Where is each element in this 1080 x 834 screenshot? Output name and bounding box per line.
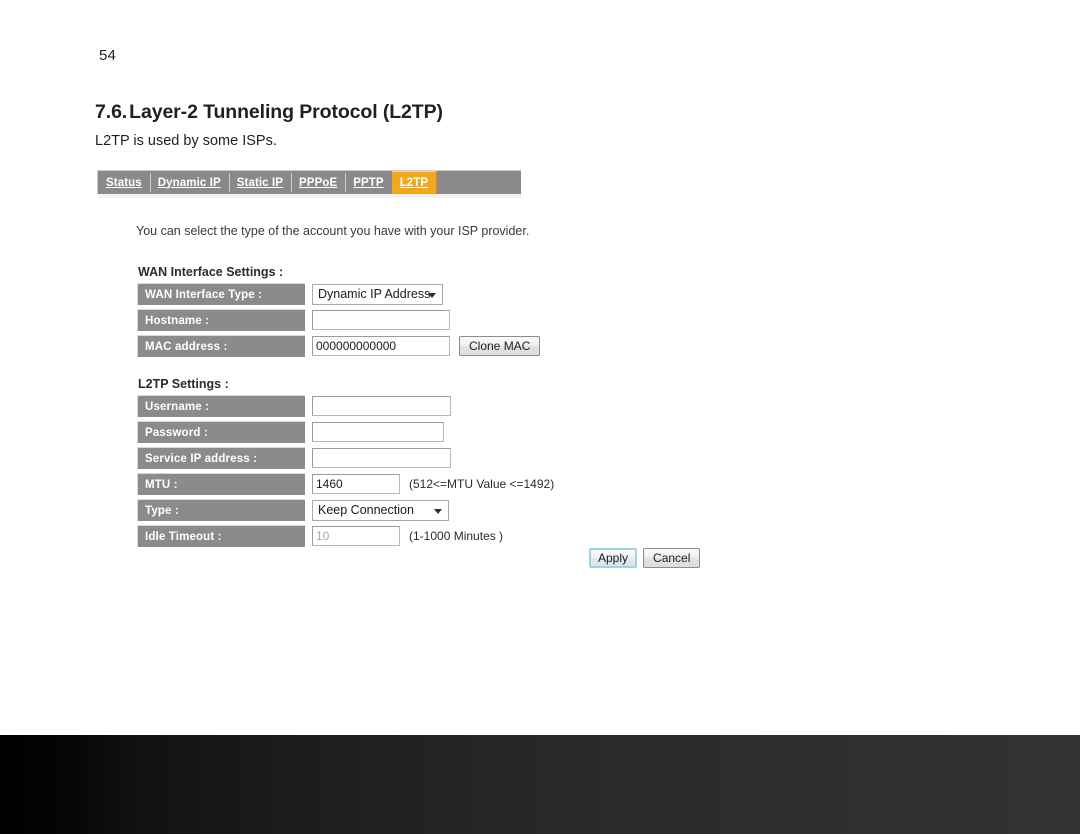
control-username bbox=[312, 396, 451, 416]
type-value: Keep Connection bbox=[318, 503, 414, 517]
row-username: Username : bbox=[137, 395, 554, 417]
l2tp-section-title: L2TP Settings : bbox=[138, 377, 229, 391]
wan-interface-type-select[interactable]: Dynamic IP Address bbox=[312, 283, 443, 305]
tab-static-ip[interactable]: Static IP bbox=[228, 171, 291, 194]
apply-button[interactable]: Apply bbox=[589, 548, 638, 568]
control-hostname bbox=[312, 310, 450, 330]
row-mtu: MTU : (512<=MTU Value <=1492) bbox=[137, 473, 554, 495]
page-number: 54 bbox=[99, 47, 117, 64]
hostname-input[interactable] bbox=[312, 310, 450, 330]
control-mac-address: Clone MAC bbox=[312, 336, 541, 356]
control-password bbox=[312, 422, 444, 442]
row-type: Type : Keep Connection bbox=[137, 499, 554, 521]
document-page: 54 7.6. Layer-2 Tunneling Protocol (L2TP)… bbox=[0, 0, 1080, 834]
label-username: Username : bbox=[137, 395, 305, 417]
chevron-down-icon bbox=[434, 508, 442, 514]
label-hostname: Hostname : bbox=[137, 309, 305, 331]
section-intro-text: L2TP is used by some ISPs. bbox=[95, 133, 277, 149]
row-password: Password : bbox=[137, 421, 554, 443]
control-mtu: (512<=MTU Value <=1492) bbox=[312, 474, 554, 494]
row-service-ip-address: Service IP address : bbox=[137, 447, 554, 469]
form-actions: Apply Cancel bbox=[589, 548, 701, 568]
control-type: Keep Connection bbox=[312, 499, 449, 521]
wan-section-title: WAN Interface Settings : bbox=[138, 265, 284, 279]
tab-status[interactable]: Status bbox=[98, 171, 150, 194]
page-title: 7.6. Layer-2 Tunneling Protocol (L2TP) bbox=[95, 101, 443, 124]
label-wan-interface-type: WAN Interface Type : bbox=[137, 283, 305, 305]
idle-timeout-hint: (1-1000 Minutes ) bbox=[409, 529, 504, 543]
mac-address-input[interactable] bbox=[312, 336, 450, 356]
section-title: Layer-2 Tunneling Protocol (L2TP) bbox=[129, 101, 443, 123]
tab-l2tp[interactable]: L2TP bbox=[391, 171, 438, 194]
control-service-ip-address bbox=[312, 448, 451, 468]
chevron-down-icon bbox=[428, 292, 436, 298]
mtu-hint: (512<=MTU Value <=1492) bbox=[409, 477, 555, 491]
label-mac-address: MAC address : bbox=[137, 335, 305, 357]
password-input[interactable] bbox=[312, 422, 444, 442]
cancel-button[interactable]: Cancel bbox=[643, 548, 701, 568]
type-select[interactable]: Keep Connection bbox=[312, 499, 449, 521]
clone-mac-button[interactable]: Clone MAC bbox=[459, 336, 541, 356]
tab-pppoe[interactable]: PPPoE bbox=[291, 171, 345, 194]
control-idle-timeout: (1-1000 Minutes ) bbox=[312, 526, 503, 546]
control-wan-interface-type: Dynamic IP Address bbox=[312, 283, 443, 305]
page-footer: EnGenius ® bbox=[0, 735, 1080, 834]
label-idle-timeout: Idle Timeout : bbox=[137, 525, 305, 547]
wan-interface-type-value: Dynamic IP Address bbox=[318, 287, 431, 301]
username-input[interactable] bbox=[312, 396, 451, 416]
tab-bar: Status Dynamic IP Static IP PPPoE PPTP L… bbox=[97, 170, 521, 198]
tab-pptp[interactable]: PPTP bbox=[345, 171, 391, 194]
label-service-ip-address: Service IP address : bbox=[137, 447, 305, 469]
row-hostname: Hostname : bbox=[137, 309, 540, 331]
mtu-input[interactable] bbox=[312, 474, 400, 494]
section-number: 7.6. bbox=[95, 101, 128, 123]
label-password: Password : bbox=[137, 421, 305, 443]
l2tp-settings-table: Username : Password : Service IP address… bbox=[137, 395, 554, 551]
service-ip-address-input[interactable] bbox=[312, 448, 451, 468]
idle-timeout-input[interactable] bbox=[312, 526, 400, 546]
row-mac-address: MAC address : Clone MAC bbox=[137, 335, 541, 357]
panel-description: You can select the type of the account y… bbox=[136, 224, 530, 238]
label-mtu: MTU : bbox=[137, 473, 305, 495]
label-type: Type : bbox=[137, 499, 305, 521]
wan-settings-table: WAN Interface Type : Dynamic IP Address … bbox=[137, 283, 541, 361]
tab-dynamic-ip[interactable]: Dynamic IP bbox=[149, 171, 229, 194]
row-wan-interface-type: WAN Interface Type : Dynamic IP Address bbox=[137, 283, 540, 305]
row-idle-timeout: Idle Timeout : (1-1000 Minutes ) bbox=[137, 525, 554, 547]
